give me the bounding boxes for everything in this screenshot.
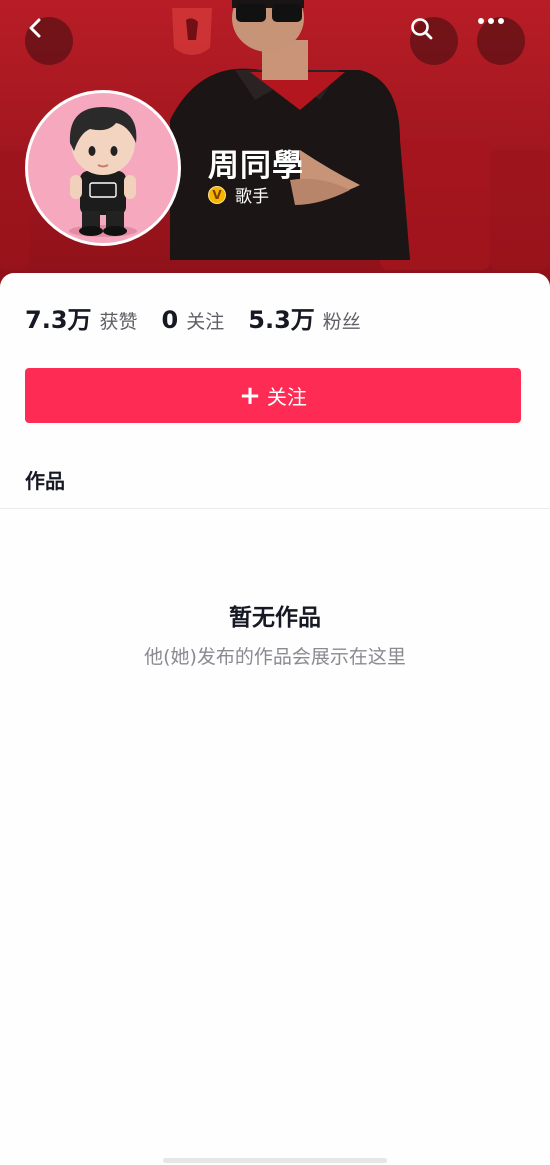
avatar-figure-icon xyxy=(69,107,137,237)
stat-likes-value: 7.3万 xyxy=(25,306,92,334)
tab-works[interactable]: 作品 xyxy=(25,465,65,494)
plus-icon: + xyxy=(239,380,261,411)
search-icon xyxy=(411,18,433,40)
verified-badge-icon: V xyxy=(208,185,226,204)
follow-button-label: 关注 xyxy=(266,385,307,409)
profile-nickname: 周同學 xyxy=(208,148,304,184)
empty-state-title: 暂无作品 xyxy=(229,605,321,631)
stat-following[interactable]: 0 关注 xyxy=(162,306,225,334)
back-button[interactable] xyxy=(25,17,73,65)
profile-tag-label: 歌手 xyxy=(235,187,269,207)
stat-likes[interactable]: 7.3万 获赞 xyxy=(25,300,138,335)
stat-followers[interactable]: 5.3万 粉丝 xyxy=(248,300,361,335)
search-button[interactable] xyxy=(410,17,458,65)
chevron-left-icon xyxy=(29,18,41,38)
home-indicator[interactable] xyxy=(163,1158,387,1163)
stat-likes-label: 获赞 xyxy=(99,311,138,333)
more-button[interactable] xyxy=(477,17,525,65)
empty-state-subtitle: 他(她)发布的作品会展示在这里 xyxy=(144,646,406,668)
stat-following-value: 0 xyxy=(161,306,179,334)
stat-followers-value: 5.3万 xyxy=(248,306,315,334)
tab-divider xyxy=(0,508,550,509)
profile-tag: V 歌手 xyxy=(208,182,269,207)
avatar[interactable] xyxy=(25,90,181,246)
profile-cover: 周同學 V 歌手 xyxy=(0,0,550,300)
stat-following-label: 关注 xyxy=(186,311,225,333)
more-horizontal-icon xyxy=(478,18,504,24)
stat-followers-label: 粉丝 xyxy=(322,311,361,333)
follow-button[interactable]: + 关注 xyxy=(25,368,521,423)
profile-stats: 7.3万 获赞 0 关注 5.3万 粉丝 xyxy=(25,300,385,335)
